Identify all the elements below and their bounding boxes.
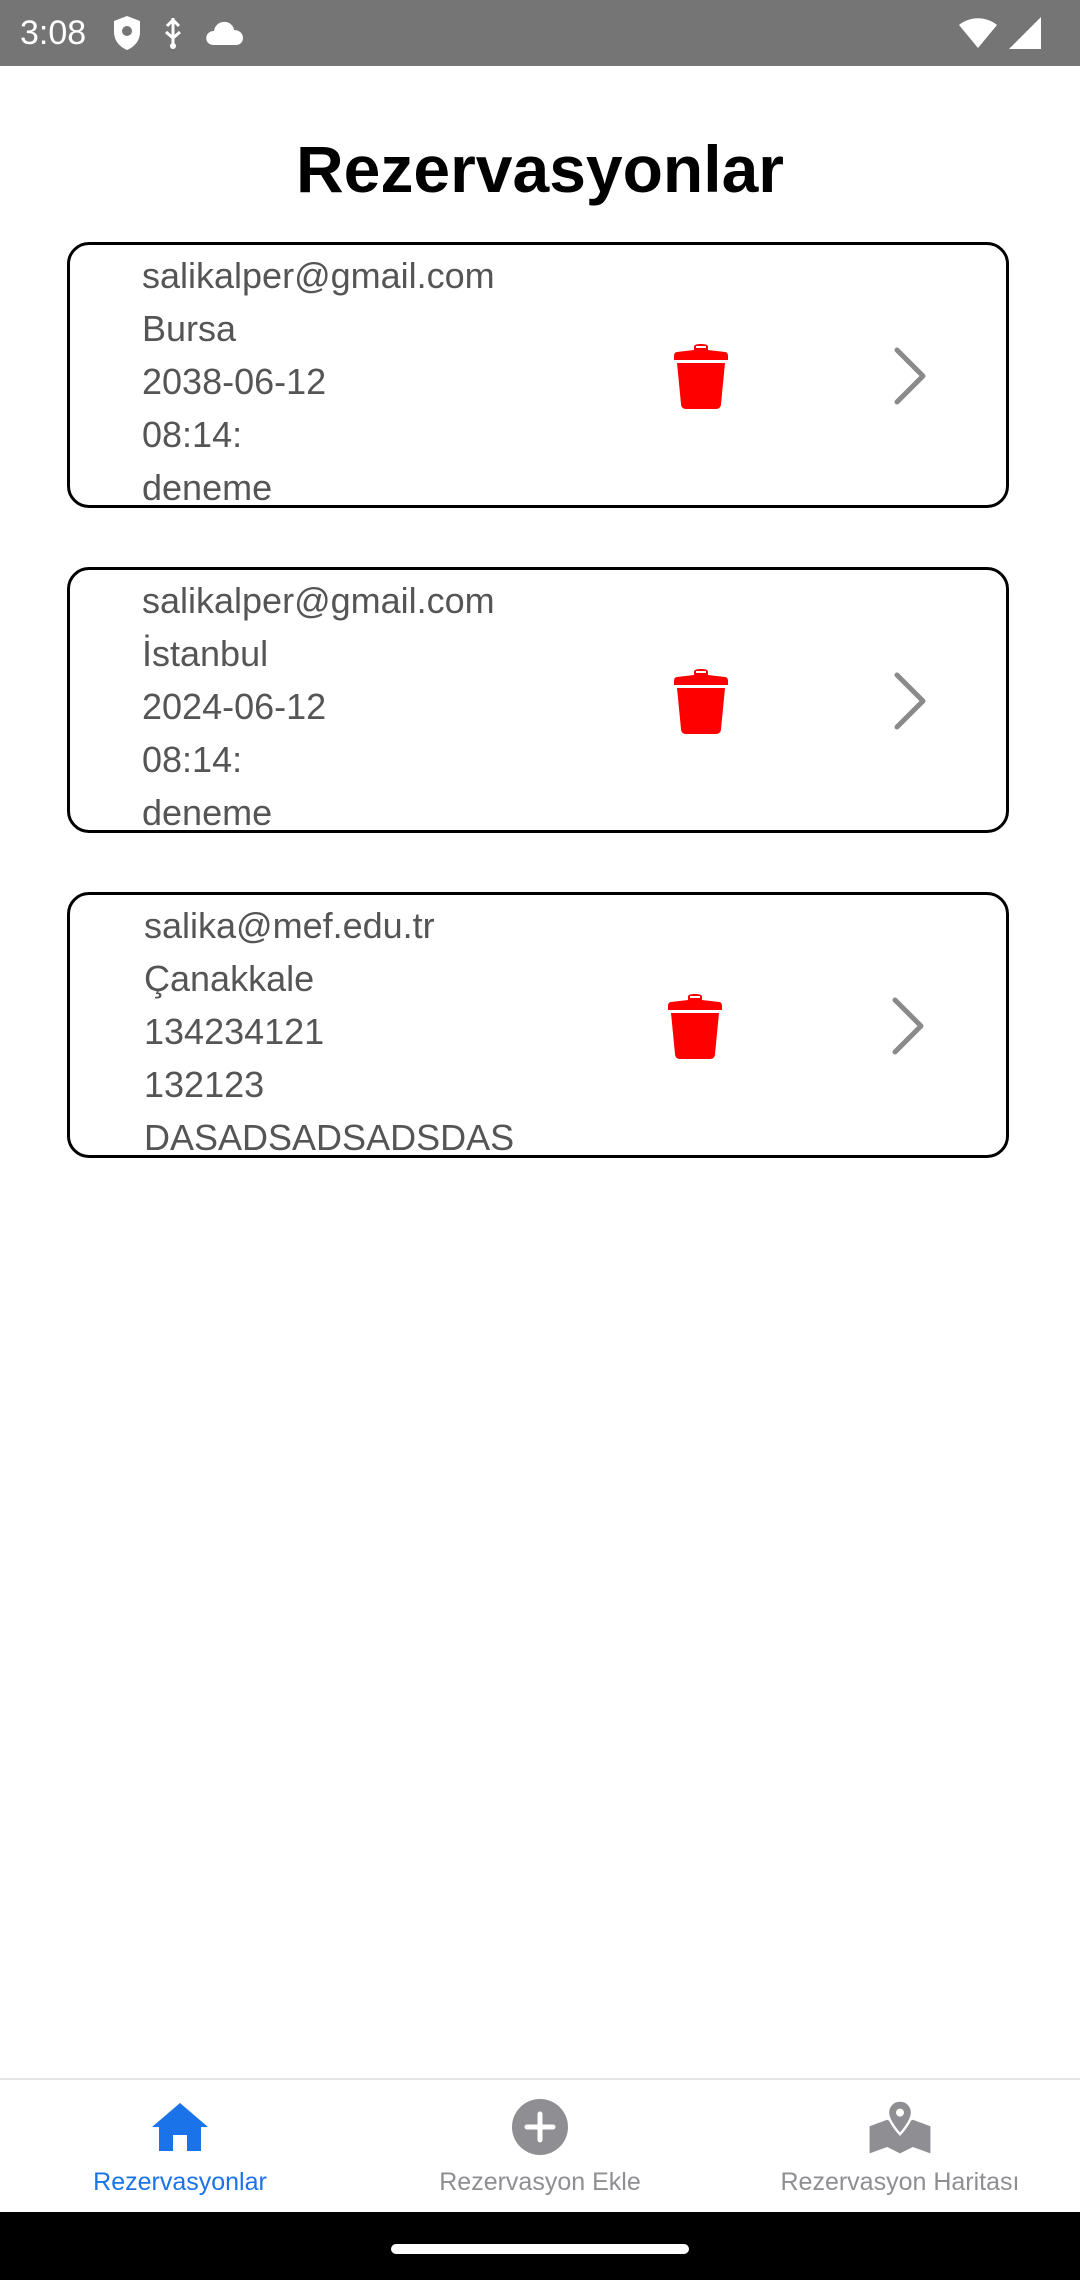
tab-label: Rezervasyon Ekle (439, 2168, 641, 2196)
tab-rezervasyonlar[interactable]: Rezervasyonlar (0, 2080, 360, 2214)
trash-icon (673, 668, 729, 739)
chevron-right-icon (890, 997, 926, 1060)
reservation-email: salikalper@gmail.com (142, 580, 495, 621)
wifi-icon (958, 17, 998, 49)
reservation-note: deneme (142, 792, 273, 833)
reservation-card[interactable]: salikalper@gmail.com Bursa 2038-06-12 08… (67, 242, 1009, 508)
trash-icon (667, 993, 723, 1064)
reservation-time: 08:14: (142, 414, 243, 455)
status-time: 3:08 (20, 14, 87, 52)
reservation-time: 132123 (144, 1064, 265, 1105)
system-navigation-bar (0, 2212, 1080, 2280)
tab-label: Rezervasyon Haritası (780, 2168, 1020, 2196)
tab-rezervasyon-haritasi[interactable]: Rezervasyon Haritası (720, 2080, 1080, 2214)
chevron-right-icon (892, 347, 928, 410)
status-icons-right (958, 14, 1042, 52)
cloud-icon (204, 19, 244, 47)
open-reservation-button[interactable] (878, 991, 938, 1065)
reservation-details: salikalper@gmail.com Bursa 2038-06-12 08… (142, 249, 582, 514)
trash-icon (673, 343, 729, 414)
reservation-date: 2038-06-12 (142, 361, 327, 402)
reservation-city: İstanbul (142, 633, 269, 674)
map-icon (868, 2096, 932, 2158)
reservation-date: 2024-06-12 (142, 686, 327, 727)
bottom-tab-bar: Rezervasyonlar Rezervasyon Ekle Rezervas… (0, 2078, 1080, 2214)
home-icon (148, 2096, 212, 2158)
page-title: Rezervasyonlar (296, 132, 784, 206)
cellular-signal-icon (1008, 16, 1042, 50)
reservation-email: salikalper@gmail.com (142, 255, 495, 296)
reservation-date: 134234121 (144, 1011, 325, 1052)
reservation-city: Çanakkale (144, 958, 315, 999)
shield-icon (112, 15, 142, 51)
open-reservation-button[interactable] (880, 666, 940, 740)
home-gesture-handle[interactable] (391, 2244, 689, 2254)
open-reservation-button[interactable] (880, 341, 940, 415)
status-bar: 3:08 (0, 0, 1080, 66)
usb-debug-icon (160, 16, 186, 50)
reservation-email: salika@mef.edu.tr (144, 905, 435, 946)
reservation-note: DASADSADSADSDAS (144, 1117, 515, 1158)
reservation-details: salika@mef.edu.tr Çanakkale 134234121 13… (144, 899, 584, 1164)
delete-button[interactable] (660, 991, 730, 1065)
reservation-city: Bursa (142, 308, 237, 349)
delete-button[interactable] (666, 666, 736, 740)
tab-rezervasyon-ekle[interactable]: Rezervasyon Ekle (360, 2080, 720, 2214)
status-icons-left (112, 14, 244, 52)
reservation-details: salikalper@gmail.com İstanbul 2024-06-12… (142, 574, 582, 839)
delete-button[interactable] (666, 341, 736, 415)
reservation-note: deneme (142, 467, 273, 508)
tab-label: Rezervasyonlar (93, 2168, 267, 2196)
add-circle-icon (508, 2096, 572, 2158)
chevron-right-icon (892, 672, 928, 735)
reservation-card[interactable]: salika@mef.edu.tr Çanakkale 134234121 13… (67, 892, 1009, 1158)
reservation-time: 08:14: (142, 739, 243, 780)
reservation-card[interactable]: salikalper@gmail.com İstanbul 2024-06-12… (67, 567, 1009, 833)
